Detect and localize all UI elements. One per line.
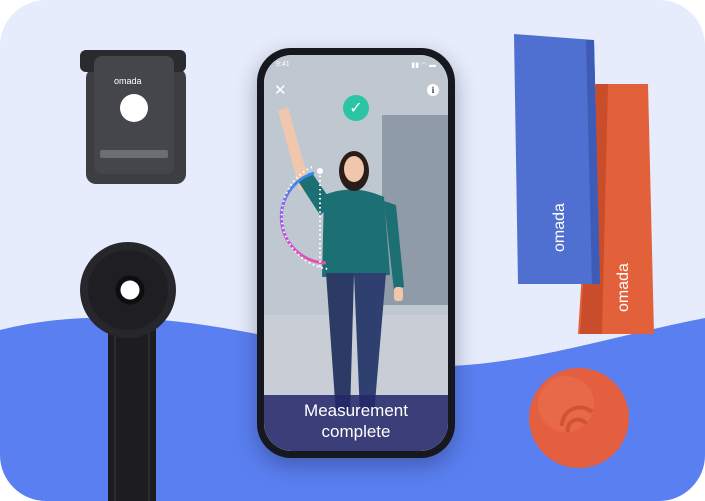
door-anchor-strap-product [80, 242, 176, 501]
resistance-bands-product: omada omada [514, 34, 654, 334]
app-screen: 9:41 ▮▮ ◠ ▬ ✕ i ✓ Measurement complete [264, 55, 448, 451]
info-icon[interactable]: i [427, 84, 439, 96]
status-bar: 9:41 ▮▮ ◠ ▬ [274, 61, 438, 73]
product-hero-card: omada omada omada 9:41 ▮▮ ◠ ▬ ✕ i ✓ Meas… [0, 0, 705, 501]
phone-stand-product: omada [80, 50, 186, 184]
phone-mockup: 9:41 ▮▮ ◠ ▬ ✕ i ✓ Measurement complete [257, 48, 455, 458]
signal-wifi-battery-icon: ▮▮ ◠ ▬ [411, 62, 436, 69]
stand-brand-logo: omada [114, 76, 142, 86]
caption-line-1: Measurement [304, 401, 408, 420]
blue-band-brand-logo: omada [551, 203, 568, 252]
caption-line-2: complete [321, 422, 391, 441]
close-icon[interactable]: ✕ [274, 83, 287, 98]
orange-band-brand-logo: omada [615, 263, 632, 312]
massage-ball-product [529, 368, 629, 468]
status-time: 9:41 [276, 61, 290, 68]
measurement-caption: Measurement complete [264, 395, 448, 451]
check-icon: ✓ [343, 95, 369, 121]
